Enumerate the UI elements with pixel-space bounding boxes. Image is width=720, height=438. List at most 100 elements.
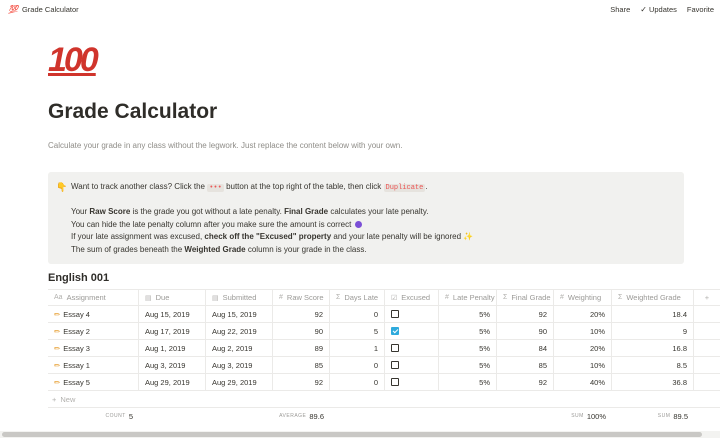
share-button[interactable]: Share — [610, 5, 630, 14]
horizontal-scrollbar[interactable] — [0, 431, 720, 438]
late-penalty-cell[interactable]: 5% — [439, 306, 497, 322]
callout-body: Your Raw Score is the grade you got with… — [71, 206, 473, 256]
plus-icon: + — [52, 394, 57, 404]
callout-line-1: Want to track another class? Click the •… — [71, 182, 428, 192]
weighted-grade-sum-aggregate[interactable]: SUM 89.5 — [612, 408, 694, 424]
column-header-weighting[interactable]: # Weighting — [554, 290, 612, 305]
new-row-label: New — [60, 394, 76, 404]
due-cell[interactable]: Aug 3, 2019 — [139, 357, 206, 373]
raw-score-cell[interactable]: 90 — [273, 323, 330, 339]
weighting-cell[interactable]: 10% — [554, 357, 612, 373]
submitted-cell[interactable]: Aug 15, 2019 — [206, 306, 273, 322]
column-header-excused[interactable]: ☑ Excused — [385, 290, 439, 305]
excused-cell[interactable] — [385, 340, 439, 356]
due-cell[interactable]: Aug 29, 2019 — [139, 374, 206, 390]
scrollbar-thumb[interactable] — [2, 432, 702, 437]
table-row[interactable]: ✏ Essay 5 Aug 29, 2019 Aug 29, 2019 92 0 5% 92 4… — [48, 374, 720, 391]
raw-score-cell[interactable]: 89 — [273, 340, 330, 356]
late-penalty-cell[interactable]: 5% — [439, 374, 497, 390]
hundred-points-icon: 💯 — [8, 4, 18, 14]
pointing-down-icon[interactable]: 👇 — [56, 181, 67, 194]
table-header: Aa Assignment ▤ Due ▤ Submitted # Raw Score … — [48, 289, 720, 306]
excused-cell[interactable] — [385, 357, 439, 373]
column-header-submitted[interactable]: ▤ Submitted — [206, 290, 273, 305]
submitted-cell[interactable]: Aug 22, 2019 — [206, 323, 273, 339]
formula-icon: Σ — [618, 294, 623, 301]
due-cell[interactable]: Aug 15, 2019 — [139, 306, 206, 322]
column-header-weighted-grade[interactable]: Σ Weighted Grade — [612, 290, 694, 305]
more-code: ••• — [207, 184, 224, 192]
top-bar: 💯 Grade Calculator Share ✓ Updates Favori… — [0, 0, 720, 18]
breadcrumb-title: Grade Calculator — [21, 4, 79, 14]
grade-table: Aa Assignment ▤ Due ▤ Submitted # Raw Score … — [48, 289, 720, 424]
late-penalty-cell[interactable]: 5% — [439, 323, 497, 339]
column-header-raw-score[interactable]: # Raw Score — [273, 290, 330, 305]
submitted-cell[interactable]: Aug 3, 2019 — [206, 357, 273, 373]
number-icon: # — [560, 294, 564, 301]
days-late-cell: 0 — [330, 306, 385, 322]
callout-line-5: The sum of grades beneath the Weighted G… — [71, 244, 367, 254]
column-header-due[interactable]: ▤ Due — [139, 290, 206, 305]
assignment-cell[interactable]: ✏ Essay 4 — [48, 306, 139, 322]
weighting-cell[interactable]: 10% — [554, 323, 612, 339]
assignment-cell[interactable]: ✏ Essay 2 — [48, 323, 139, 339]
due-cell[interactable]: Aug 17, 2019 — [139, 323, 206, 339]
weighted-grade-cell: 18.4 — [612, 306, 694, 322]
favorite-button[interactable]: Favorite — [687, 5, 714, 14]
late-penalty-cell[interactable]: 5% — [439, 357, 497, 373]
updates-button[interactable]: ✓ Updates — [640, 5, 677, 14]
table-row[interactable]: ✏ Essay 1 Aug 3, 2019 Aug 3, 2019 85 0 5% 85 10%… — [48, 357, 720, 374]
page-title[interactable]: Grade Calculator — [48, 100, 217, 124]
new-row-button[interactable]: + New — [48, 391, 720, 408]
duplicate-code: Duplicate — [383, 184, 426, 192]
late-penalty-cell[interactable]: 5% — [439, 340, 497, 356]
assignment-cell[interactable]: ✏ Essay 1 — [48, 357, 139, 373]
table-row[interactable]: ✏ Essay 3 Aug 1, 2019 Aug 2, 2019 89 1 5% 84 20%… — [48, 340, 720, 357]
text-property-icon: Aa — [54, 294, 63, 301]
pencil-icon: ✏ — [54, 343, 61, 353]
weighting-cell[interactable]: 40% — [554, 374, 612, 390]
assignment-cell[interactable]: ✏ Essay 3 — [48, 340, 139, 356]
excused-checkbox[interactable] — [391, 378, 399, 386]
table-row[interactable]: ✏ Essay 2 Aug 17, 2019 Aug 22, 2019 90 5 5% 90 1… — [48, 323, 720, 340]
excused-checkbox[interactable] — [391, 310, 399, 318]
weighted-grade-cell: 16.8 — [612, 340, 694, 356]
final-grade-cell: 92 — [497, 374, 554, 390]
weighted-grade-cell: 36.8 — [612, 374, 694, 390]
raw-score-cell[interactable]: 92 — [273, 306, 330, 322]
excused-cell[interactable] — [385, 374, 439, 390]
callout-block[interactable]: 👇 Want to track another class? Click the… — [48, 172, 684, 264]
final-grade-cell: 84 — [497, 340, 554, 356]
assignment-cell[interactable]: ✏ Essay 5 — [48, 374, 139, 390]
excused-checkbox[interactable] — [391, 361, 399, 369]
count-aggregate[interactable]: COUNT 5 — [48, 408, 139, 424]
raw-score-cell[interactable]: 85 — [273, 357, 330, 373]
breadcrumb[interactable]: 💯 Grade Calculator — [8, 5, 79, 14]
column-header-final-grade[interactable]: Σ Final Grade — [497, 290, 554, 305]
column-header-days-late[interactable]: Σ Days Late — [330, 290, 385, 305]
table-row[interactable]: ✏ Essay 4 Aug 15, 2019 Aug 15, 2019 92 0 5% 92 2… — [48, 306, 720, 323]
weighting-cell[interactable]: 20% — [554, 340, 612, 356]
page-icon[interactable]: 100 — [48, 40, 99, 80]
excused-cell[interactable] — [385, 323, 439, 339]
due-cell[interactable]: Aug 1, 2019 — [139, 340, 206, 356]
weighting-sum-aggregate[interactable]: SUM 100% — [554, 408, 612, 424]
sparkles-icon: ✨ — [463, 232, 474, 241]
excused-cell[interactable] — [385, 306, 439, 322]
excused-checkbox[interactable] — [391, 344, 399, 352]
database-title[interactable]: English 001 — [48, 272, 109, 284]
weighting-cell[interactable]: 20% — [554, 306, 612, 322]
column-header-late-penalty[interactable]: # Late Penalty — [439, 290, 497, 305]
callout-line-4: If your late assignment was excused, che… — [71, 232, 474, 241]
final-grade-cell: 85 — [497, 357, 554, 373]
average-aggregate[interactable]: AVERAGE 89.6 — [273, 408, 330, 424]
weighted-grade-cell: 8.5 — [612, 357, 694, 373]
submitted-cell[interactable]: Aug 29, 2019 — [206, 374, 273, 390]
excused-checkbox[interactable] — [391, 327, 399, 335]
add-column-button[interactable]: + — [694, 290, 720, 305]
submitted-cell[interactable]: Aug 2, 2019 — [206, 340, 273, 356]
raw-score-cell[interactable]: 92 — [273, 374, 330, 390]
column-header-assignment[interactable]: Aa Assignment — [48, 290, 139, 305]
formula-icon: Σ — [503, 294, 508, 301]
page-description[interactable]: Calculate your grade in any class withou… — [48, 141, 402, 150]
